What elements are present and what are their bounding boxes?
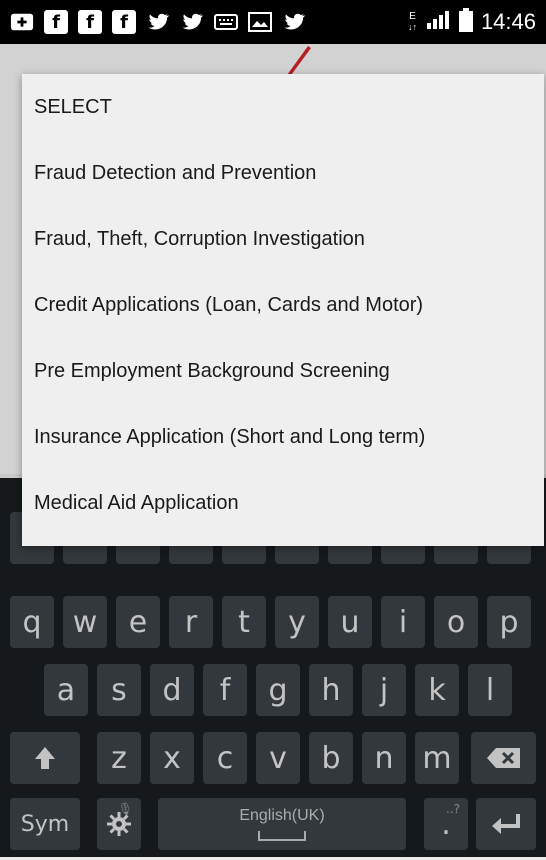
- option-medical-aid[interactable]: Medical Aid Application: [22, 470, 544, 536]
- twitter-icon: [282, 10, 306, 34]
- network-type-label: E: [409, 11, 416, 22]
- clock: 14:46: [480, 9, 536, 34]
- keyboard-icon: [214, 10, 238, 34]
- twitter-icon: [146, 10, 170, 34]
- twitter-icon: [180, 10, 204, 34]
- image-icon: [248, 10, 272, 34]
- option-fraud-theft-corruption[interactable]: Fraud, Theft, Corruption Investigation: [22, 206, 544, 272]
- facebook-icon: f: [78, 10, 102, 34]
- option-insurance-application[interactable]: Insurance Application (Short and Long te…: [22, 404, 544, 470]
- system-status: E ↓↑ 14:46: [407, 7, 546, 37]
- option-pre-employment-screening[interactable]: Pre Employment Background Screening: [22, 338, 544, 404]
- network-type-icon: E ↓↑: [407, 11, 417, 33]
- signal-icon: [425, 9, 451, 36]
- battery-icon: [458, 7, 473, 37]
- notification-icons: f f f: [0, 10, 306, 34]
- option-credit-applications[interactable]: Credit Applications (Loan, Cards and Mot…: [22, 272, 544, 338]
- status-bar: f f f E ↓↑ 14:46: [0, 0, 546, 44]
- facebook-icon: f: [44, 10, 68, 34]
- option-select[interactable]: SELECT: [22, 74, 544, 140]
- facebook-icon: f: [112, 10, 136, 34]
- select-dropdown-dialog: SELECT Fraud Detection and Prevention Fr…: [22, 74, 544, 546]
- add-icon: [10, 10, 34, 34]
- option-fraud-detection[interactable]: Fraud Detection and Prevention: [22, 140, 544, 206]
